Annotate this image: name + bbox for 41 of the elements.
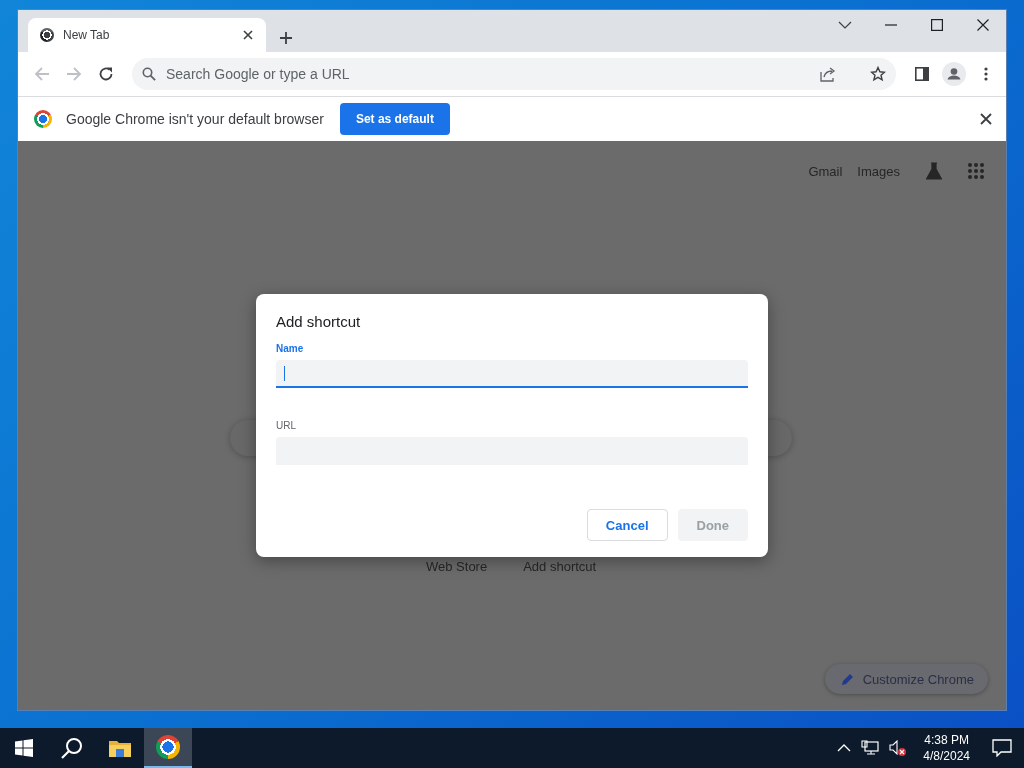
customize-chrome-button[interactable]: Customize Chrome xyxy=(824,664,988,694)
search-icon xyxy=(142,67,156,81)
dialog-button[interactable]: Cancel xyxy=(586,509,668,541)
network-icon[interactable] xyxy=(861,740,880,756)
search-icon[interactable] xyxy=(61,737,83,759)
infobar-message: Google Chrome isn't your default browser xyxy=(66,111,324,127)
chevron-up-icon[interactable] xyxy=(837,744,852,752)
plus-icon[interactable] xyxy=(278,30,294,46)
reload-icon[interactable] xyxy=(98,66,114,82)
clock[interactable]: 4:38 PM 4/8/2024 xyxy=(923,732,970,764)
input-field[interactable] xyxy=(276,360,748,388)
share-icon[interactable] xyxy=(820,66,836,82)
windows-start-icon[interactable] xyxy=(15,739,33,757)
pencil-icon xyxy=(840,672,855,686)
apps-grid-icon[interactable] xyxy=(968,163,984,179)
muted-speaker-icon[interactable] xyxy=(889,740,908,756)
header-link[interactable]: Gmail xyxy=(808,163,843,179)
taskbar-button[interactable] xyxy=(144,728,192,768)
side-panel-icon[interactable] xyxy=(915,67,929,81)
more-menu-icon[interactable] xyxy=(984,67,988,81)
set-default-button[interactable]: Set as default xyxy=(339,103,450,135)
profile-avatar-icon[interactable] xyxy=(942,62,966,86)
flask-icon[interactable] xyxy=(925,162,943,180)
chevron-down-icon[interactable] xyxy=(838,20,852,30)
header-link[interactable]: Images xyxy=(857,163,900,179)
chrome-logo-icon[interactable] xyxy=(156,735,180,759)
field-label: Name xyxy=(276,343,305,354)
dialog-title: Add shortcut xyxy=(276,313,362,330)
address-bar[interactable]: Search Google or type a URL xyxy=(132,58,896,90)
field-label: URL xyxy=(276,420,297,431)
close-icon[interactable] xyxy=(977,19,989,31)
folder-icon[interactable] xyxy=(109,739,131,757)
maximize-icon[interactable] xyxy=(931,19,943,31)
close-icon[interactable] xyxy=(980,113,992,125)
notification-icon[interactable] xyxy=(992,739,1012,757)
star-icon[interactable] xyxy=(870,66,886,82)
shortcut-label[interactable]: Web Store xyxy=(426,559,488,575)
browser-tab[interactable]: New Tab xyxy=(28,18,266,52)
shortcut-label[interactable]: Add shortcut xyxy=(523,559,597,575)
chrome-logo-icon xyxy=(34,110,52,128)
chrome-logo-icon xyxy=(40,28,54,42)
